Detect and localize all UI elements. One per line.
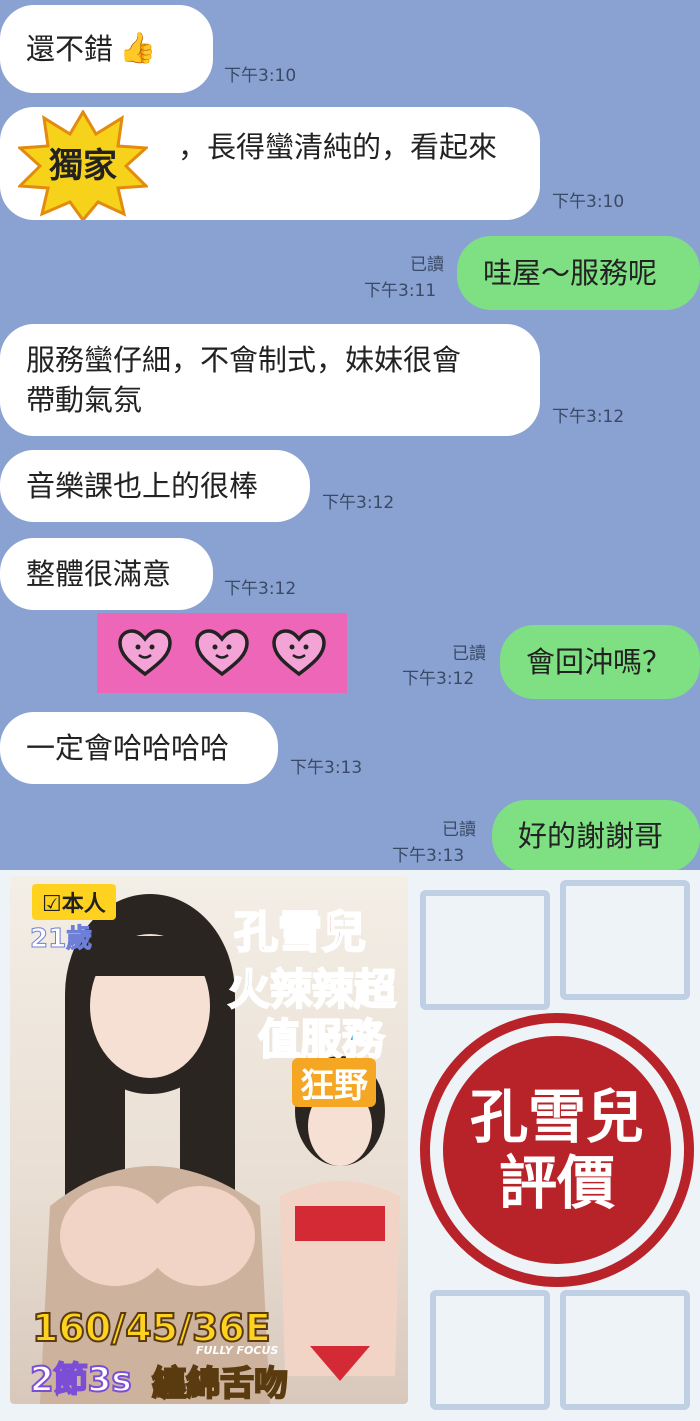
message-text: 好的謝謝哥 bbox=[518, 819, 664, 853]
message-text: 哇屋～服務呢 bbox=[483, 256, 658, 290]
message-bubble[interactable]: 整體很滿意 bbox=[0, 538, 213, 610]
message-bubble[interactable]: 會回沖嗎？ bbox=[500, 625, 700, 699]
session-label: 2節3s bbox=[29, 1359, 133, 1401]
message-text: 服務蠻仔細，不會制式，妹妹很會 bbox=[26, 343, 462, 377]
message-bubble[interactable]: 一定會哈哈哈哈 bbox=[0, 712, 278, 784]
read-receipt: 已讀 bbox=[452, 644, 486, 664]
tile-decoration bbox=[560, 880, 690, 1000]
read-receipt: 已讀 bbox=[410, 255, 444, 275]
message-time: 下午3:12 bbox=[552, 407, 625, 427]
kiss-label: 纏綿舌吻 bbox=[151, 1363, 289, 1404]
stamp-label: 評價 bbox=[498, 1149, 615, 1217]
message-text: 還不錯 bbox=[26, 32, 114, 66]
promo-area: ☑本人 21歲 孔雪兒 火辣辣超 值服務 狂野 160/45/36E 2節3s … bbox=[0, 870, 700, 1421]
tile-decoration bbox=[430, 1290, 550, 1410]
message-time: 下午3:12 bbox=[322, 493, 395, 513]
message-text: 音樂課也上的很棒 bbox=[26, 469, 259, 503]
tile-decoration bbox=[560, 1290, 690, 1410]
heart-face-icon bbox=[271, 629, 326, 677]
stamp-name: 孔雪兒 bbox=[469, 1083, 644, 1151]
review-stamp[interactable]: 孔雪兒 評價 bbox=[417, 1010, 697, 1290]
tile-decoration bbox=[420, 890, 550, 1010]
thumbs-up-icon: 👍 bbox=[119, 31, 157, 66]
message-bubble[interactable]: 哇屋～服務呢 bbox=[457, 236, 700, 310]
read-receipt: 已讀 bbox=[442, 820, 476, 840]
message-time: 下午3:13 bbox=[392, 846, 465, 866]
message-text: 帶動氣氛 bbox=[26, 383, 143, 417]
message-text: ，長得蠻清純的，看起來 bbox=[178, 130, 498, 164]
message-time: 下午3:11 bbox=[364, 281, 437, 301]
verified-badge: ☑本人 bbox=[32, 884, 116, 920]
exclusive-badge-text: 獨家 bbox=[49, 146, 117, 186]
message-bubble[interactable]: 還不錯 👍 bbox=[0, 5, 213, 93]
message-time: 下午3:10 bbox=[552, 192, 625, 212]
message-bubble[interactable]: 音樂課也上的很棒 bbox=[0, 450, 310, 522]
message-time: 下午3:10 bbox=[224, 66, 297, 86]
message-text: 一定會哈哈哈哈 bbox=[26, 731, 230, 765]
model-name: 孔雪兒 bbox=[233, 906, 367, 959]
heart-sticker[interactable] bbox=[97, 613, 347, 693]
exclusive-badge-icon: 獨家 bbox=[18, 110, 148, 220]
message-text: 會回沖嗎？ bbox=[526, 645, 672, 679]
message-text: 整體很滿意 bbox=[26, 557, 172, 591]
message-time: 下午3:12 bbox=[224, 579, 297, 599]
heart-face-icon bbox=[195, 629, 249, 677]
promo-poster[interactable]: ☑本人 21歲 孔雪兒 火辣辣超 值服務 狂野 160/45/36E 2節3s … bbox=[10, 876, 408, 1404]
message-bubble[interactable]: 好的謝謝哥 bbox=[492, 800, 700, 870]
heart-face-icon bbox=[118, 629, 173, 677]
promo-wild: 狂野 bbox=[292, 1058, 376, 1107]
message-time: 下午3:13 bbox=[290, 758, 363, 778]
message-time: 下午3:12 bbox=[402, 669, 475, 689]
message-bubble[interactable]: 服務蠻仔細，不會制式，妹妹很會 帶動氣氛 bbox=[0, 324, 540, 436]
chat-area: 還不錯 👍 下午3:10 ，長得蠻清純的，看起來 獨家 下午3:10 已讀 下午… bbox=[0, 0, 700, 870]
age-label: 21歲 bbox=[29, 924, 93, 955]
